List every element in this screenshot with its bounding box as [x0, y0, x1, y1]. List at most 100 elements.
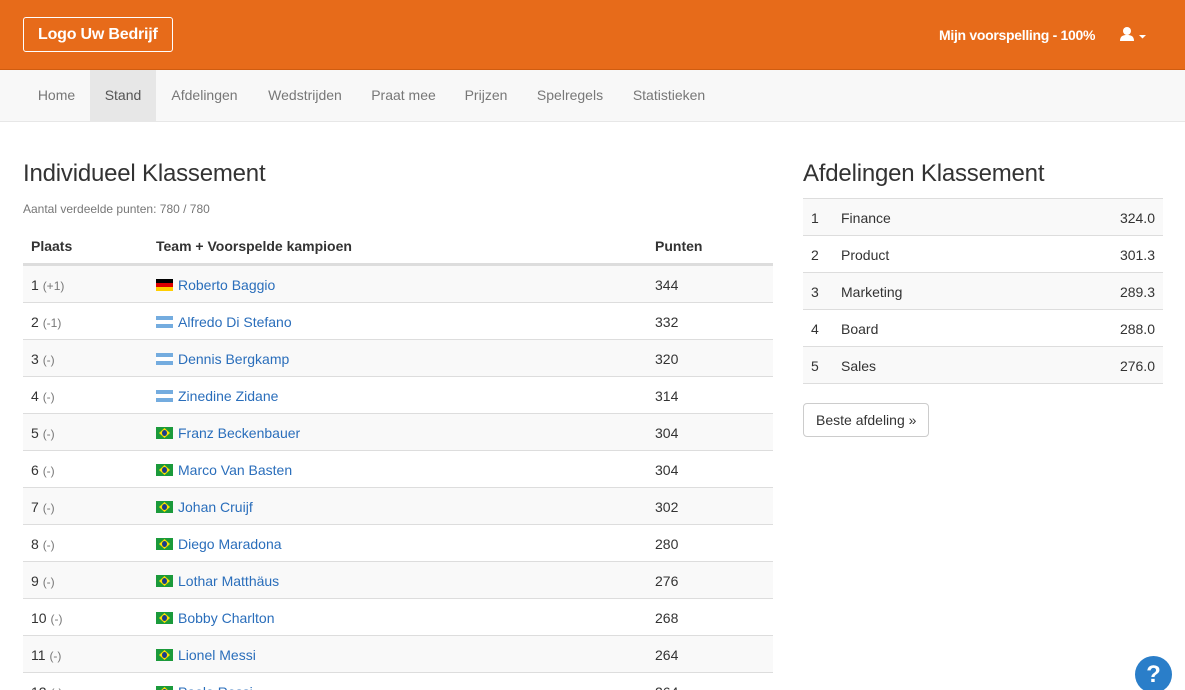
- player-link[interactable]: Lionel Messi: [178, 647, 256, 663]
- player-link[interactable]: Johan Cruijf: [178, 499, 253, 515]
- points-cell: 268: [655, 610, 679, 626]
- player-link[interactable]: Franz Beckenbauer: [178, 425, 300, 441]
- department-ranking-table: 1 Finance 324.0 2 Product 301.3 3 Marketing 289.…: [803, 198, 1163, 384]
- place-cell: 3 (-): [31, 351, 55, 367]
- department-name: Board: [841, 321, 879, 337]
- place-number: 1: [31, 277, 39, 293]
- table-row: 3 (-) Dennis Bergkamp 320: [23, 339, 773, 376]
- place-number: 8: [31, 536, 39, 552]
- player-link[interactable]: Paolo Rossi: [178, 684, 253, 690]
- nav-praat-mee[interactable]: Praat mee: [357, 70, 450, 121]
- table-row: 2 (-1) Alfredo Di Stefano 332: [23, 302, 773, 339]
- place-number: 10: [31, 610, 47, 626]
- points-cell: 264: [655, 647, 679, 663]
- department-score: 276.0: [1119, 358, 1155, 374]
- department-score: 324.0: [1119, 210, 1155, 226]
- caret-down-icon: [1139, 35, 1146, 39]
- place-change: (-): [42, 501, 55, 515]
- place-change: (-): [50, 686, 62, 690]
- department-score: 289.3: [1119, 284, 1155, 300]
- player-link[interactable]: Zinedine Zidane: [178, 388, 278, 404]
- individual-ranking-table: Plaats Team + Voorspelde kampioen Punten…: [23, 230, 773, 690]
- table-row: 8 (-) Diego Maradona 280: [23, 524, 773, 561]
- place-number: 12: [31, 684, 47, 690]
- place-cell: 5 (-): [31, 425, 55, 441]
- place-number: 2: [31, 314, 39, 330]
- my-prediction-link[interactable]: Mijn voorspelling - 100%: [939, 27, 1095, 43]
- nav-afdelingen[interactable]: Afdelingen: [156, 70, 253, 121]
- flag-icon: [156, 279, 173, 291]
- department-name: Marketing: [841, 284, 903, 300]
- points-cell: 304: [655, 425, 679, 441]
- table-row: 7 (-) Johan Cruijf 302: [23, 487, 773, 524]
- place-cell: 11 (-): [31, 647, 61, 663]
- points-cell: 276: [655, 573, 679, 589]
- player-link[interactable]: Alfredo Di Stefano: [178, 314, 292, 330]
- company-logo[interactable]: Logo Uw Bedrijf: [23, 17, 173, 52]
- table-row: 12 (-) Paolo Rossi 264: [23, 672, 773, 690]
- nav-wedstrijden[interactable]: Wedstrijden: [253, 70, 357, 121]
- department-rank: 1: [811, 210, 819, 226]
- table-row: 4 Board 288.0: [803, 309, 1163, 346]
- place-cell: 8 (-): [31, 536, 55, 552]
- player-link[interactable]: Dennis Bergkamp: [178, 351, 289, 367]
- help-icon[interactable]: ?: [1135, 656, 1172, 690]
- table-row: 1 Finance 324.0: [803, 198, 1163, 235]
- place-number: 7: [31, 499, 39, 515]
- department-score: 301.3: [1119, 247, 1155, 263]
- table-row: 9 (-) Lothar Matthäus 276: [23, 561, 773, 598]
- table-row: 5 Sales 276.0: [803, 346, 1163, 383]
- best-department-button[interactable]: Beste afdeling »: [803, 403, 930, 437]
- nav-stand[interactable]: Stand: [90, 70, 156, 121]
- table-row: 2 Product 301.3: [803, 235, 1163, 272]
- department-name: Product: [841, 247, 890, 263]
- department-score: 288.0: [1119, 321, 1155, 337]
- points-cell: 304: [655, 462, 679, 478]
- table-row: 10 (-) Bobby Charlton 268: [23, 598, 773, 635]
- nav-spelregels[interactable]: Spelregels: [522, 70, 618, 121]
- table-row: 5 (-) Franz Beckenbauer 304: [23, 413, 773, 450]
- place-change: (-): [42, 427, 55, 441]
- flag-icon: [156, 316, 173, 328]
- place-number: 6: [31, 462, 39, 478]
- points-cell: 302: [655, 499, 679, 515]
- place-number: 4: [31, 388, 39, 404]
- table-row: 3 Marketing 289.3: [803, 272, 1163, 309]
- main-nav: Home Stand Afdelingen Wedstrijden Praat …: [0, 70, 1185, 122]
- nav-home[interactable]: Home: [23, 70, 90, 121]
- points-cell: 280: [655, 536, 679, 552]
- points-cell: 264: [655, 684, 678, 690]
- flag-icon: [156, 501, 173, 513]
- place-number: 5: [31, 425, 39, 441]
- place-number: 11: [31, 647, 46, 663]
- place-cell: 10 (-): [31, 610, 62, 626]
- flag-icon: [156, 464, 173, 476]
- department-name: Sales: [841, 358, 877, 374]
- place-cell: 12 (-): [31, 684, 62, 690]
- points-cell: 332: [655, 314, 679, 330]
- player-link[interactable]: Marco Van Basten: [178, 462, 292, 478]
- place-change: (+1): [42, 279, 65, 293]
- nav-statistieken[interactable]: Statistieken: [618, 70, 720, 121]
- place-change: (-): [42, 464, 55, 478]
- table-row: 4 (-) Zinedine Zidane 314: [23, 376, 773, 413]
- top-bar: Logo Uw Bedrijf Mijn voorspelling - 100%: [0, 0, 1185, 70]
- nav-prijzen[interactable]: Prijzen: [450, 70, 522, 121]
- department-rank: 4: [811, 321, 819, 337]
- place-change: (-1): [42, 316, 62, 330]
- place-cell: 9 (-): [31, 573, 55, 589]
- place-cell: 6 (-): [31, 462, 55, 478]
- individual-ranking-title: Individueel Klassement: [23, 160, 266, 187]
- points-distributed-note: Aantal verdeelde punten: 780 / 780: [23, 202, 210, 216]
- user-menu-button[interactable]: [1119, 26, 1149, 44]
- player-link[interactable]: Bobby Charlton: [178, 610, 275, 626]
- player-link[interactable]: Roberto Baggio: [178, 277, 275, 293]
- player-link[interactable]: Diego Maradona: [178, 536, 282, 552]
- flag-icon: [156, 612, 173, 624]
- user-icon: [1120, 27, 1134, 41]
- table-header: Plaats Team + Voorspelde kampioen Punten: [23, 230, 773, 265]
- flag-icon: [156, 649, 173, 661]
- player-link[interactable]: Lothar Matthäus: [178, 573, 279, 589]
- column-team: Team + Voorspelde kampioen: [156, 238, 352, 254]
- flag-icon: [156, 575, 173, 587]
